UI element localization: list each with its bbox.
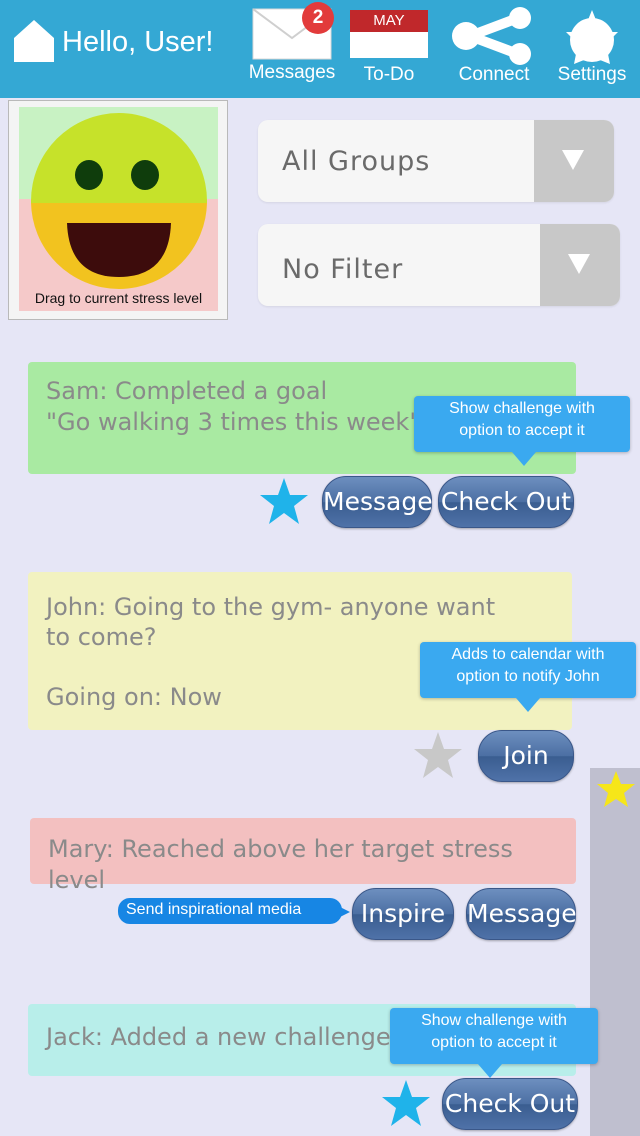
messages-badge: 2 — [302, 2, 334, 34]
filter-dropdown-toggle[interactable] — [540, 224, 620, 306]
callout-show-challenge: Show challenge with option to accept it — [414, 396, 630, 452]
greeting-text: Hello, User! — [62, 26, 214, 58]
share-icon — [452, 7, 531, 65]
nav-todo-label: To-Do — [363, 64, 415, 85]
callout-tail — [516, 698, 540, 712]
chevron-down-icon — [562, 150, 584, 170]
message-button[interactable]: Message — [466, 888, 577, 940]
callout-add-calendar: Adds to calendar with option to notify J… — [420, 642, 636, 698]
callout-inspirational-media: Send inspirational media — [118, 898, 342, 924]
top-bar: Hello, User! 2 Messages MAY To-Do Connec… — [0, 0, 640, 98]
nav-settings[interactable]: Settings — [552, 4, 632, 94]
callout-tail — [478, 1064, 502, 1078]
gold-star-icon[interactable] — [596, 770, 636, 808]
home-icon[interactable] — [12, 18, 56, 64]
feed-item-text: Jack: Added a new challenge — [46, 1023, 391, 1051]
callout-show-challenge: Show challenge with option to accept it — [390, 1008, 598, 1064]
nav-connect-label: Connect — [458, 64, 530, 85]
filter-dropdown-value: No Filter — [282, 254, 404, 285]
nav-settings-label: Settings — [557, 64, 627, 85]
callout-tail — [334, 904, 350, 920]
calendar-month: MAY — [350, 10, 428, 32]
join-button[interactable]: Join — [478, 730, 574, 782]
feed-item-mary: Mary: Reached above her target stress le… — [30, 818, 576, 894]
nav-messages[interactable]: 2 Messages — [248, 2, 336, 94]
calendar-page — [350, 32, 428, 58]
filter-dropdown[interactable]: No Filter — [258, 224, 620, 306]
star-icon[interactable] — [258, 476, 310, 526]
chevron-down-icon — [568, 254, 590, 274]
nav-todo[interactable]: MAY To-Do — [350, 4, 428, 94]
callout-tail — [512, 452, 536, 466]
stress-caption: Drag to current stress level — [34, 290, 203, 306]
check-out-button[interactable]: Check Out — [442, 1078, 578, 1130]
gear-icon — [566, 10, 618, 64]
star-icon[interactable] — [412, 730, 464, 780]
group-dropdown-value: All Groups — [282, 146, 431, 177]
group-dropdown[interactable]: All Groups — [258, 120, 614, 202]
inspire-button[interactable]: Inspire — [352, 888, 454, 940]
nav-messages-label: Messages — [248, 62, 336, 83]
star-icon[interactable] — [380, 1078, 432, 1128]
feed-item-text: Mary: Reached above her target stress le… — [48, 835, 513, 894]
nav-connect[interactable]: Connect — [446, 4, 542, 94]
group-dropdown-toggle[interactable] — [534, 120, 614, 202]
side-scroll-panel[interactable] — [590, 768, 640, 1136]
check-out-button[interactable]: Check Out — [438, 476, 574, 528]
message-button[interactable]: Message — [322, 476, 433, 528]
smiley-face-icon[interactable] — [31, 113, 207, 289]
stress-level-widget[interactable]: Drag to current stress level — [8, 100, 228, 320]
feed-item-text: Sam: Completed a goal "Go walking 3 time… — [46, 377, 421, 436]
